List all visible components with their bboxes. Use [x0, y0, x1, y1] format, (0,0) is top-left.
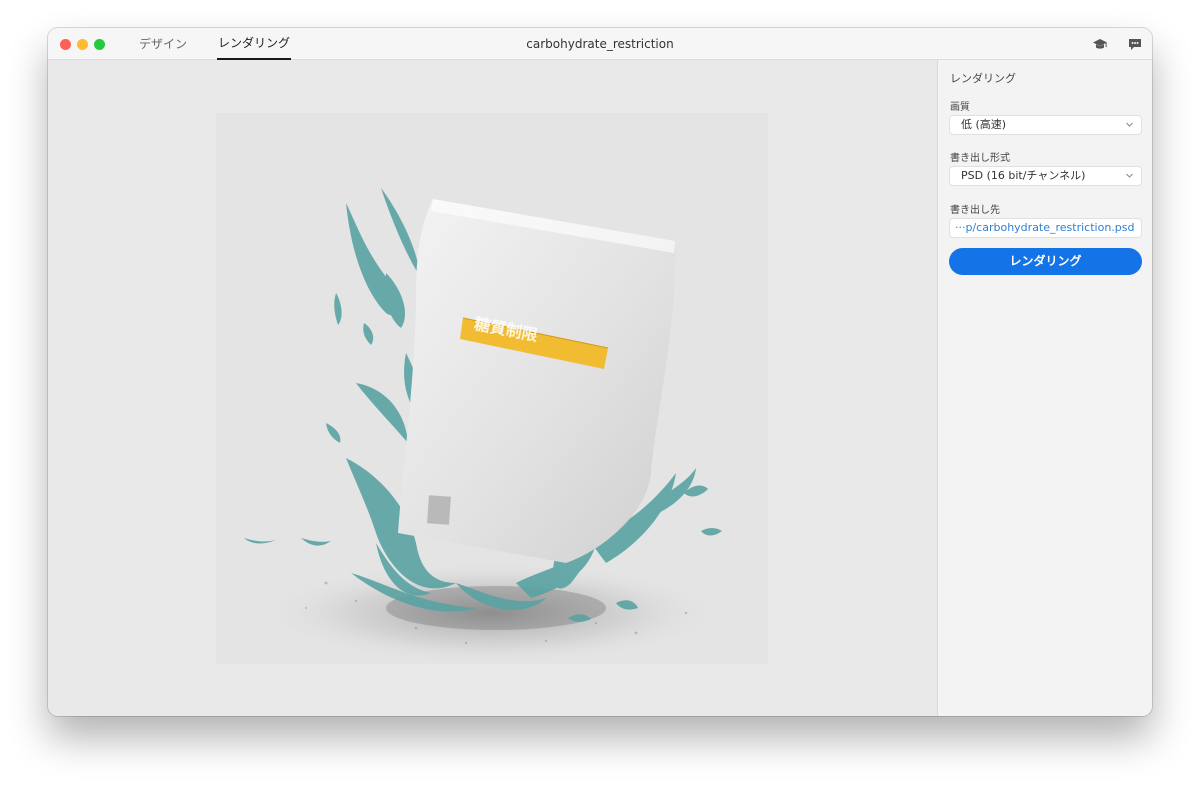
chevron-down-icon — [1126, 173, 1133, 178]
title-bar: デザイン レンダリング carbohydrate_restriction — [48, 28, 1152, 60]
export-format-value: PSD (16 bit/チャンネル) — [961, 169, 1086, 182]
product-pouch: 糖質制限 — [398, 199, 676, 563]
minimize-window-button[interactable] — [77, 39, 88, 50]
zoom-window-button[interactable] — [94, 39, 105, 50]
chevron-down-icon — [1126, 122, 1133, 127]
export-destination-label: 書き出し先 — [950, 205, 1000, 216]
close-window-button[interactable] — [60, 39, 71, 50]
quality-label: 画質 — [950, 102, 970, 113]
learn-icon[interactable] — [1092, 36, 1108, 52]
app-window: デザイン レンダリング carbohydrate_restriction 糖質制… — [48, 28, 1152, 716]
document-title: carbohydrate_restriction — [526, 37, 674, 51]
render-button[interactable]: レンダリング — [949, 248, 1142, 275]
tab-design[interactable]: デザイン — [134, 28, 192, 60]
quality-value: 低 (高速) — [961, 118, 1007, 131]
tab-render[interactable]: レンダリング — [217, 28, 291, 60]
product-splash-illustration: 糖質制限 — [216, 113, 768, 664]
panel-title: レンダリング — [950, 72, 1016, 85]
export-destination-field[interactable]: ···p/carbohydrate_restriction.psd — [949, 218, 1142, 238]
render-settings-panel: レンダリング 画質 低 (高速) 書き出し形式 PSD (16 bit/チャンネ… — [937, 60, 1152, 716]
render-preview-image: 糖質制限 — [216, 113, 768, 664]
export-format-label: 書き出し形式 — [950, 153, 1010, 164]
export-format-select[interactable]: PSD (16 bit/チャンネル) — [949, 166, 1142, 186]
feedback-icon[interactable] — [1127, 36, 1143, 52]
canvas-area: 糖質制限 — [48, 60, 937, 716]
quality-select[interactable]: 低 (高速) — [949, 115, 1142, 135]
